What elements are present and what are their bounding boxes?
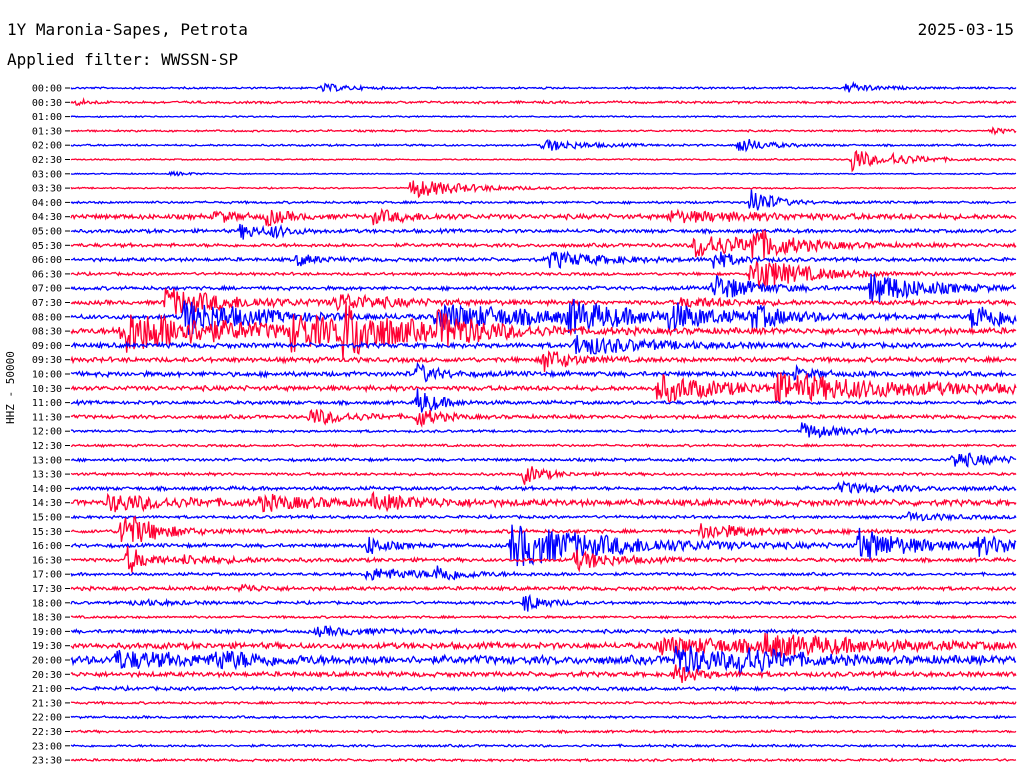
trace-1830: [70, 614, 1017, 620]
trace-1230: [70, 442, 1017, 449]
row-time-label: 10:30: [32, 384, 62, 395]
trace-1700: [70, 565, 1017, 581]
trace-2130: [70, 700, 1017, 706]
trace-2200: [70, 714, 1017, 720]
trace-2100: [70, 684, 1017, 693]
trace-0100: [70, 114, 1017, 119]
row-time-label: 19:30: [32, 641, 62, 652]
row-time-label: 04:00: [32, 198, 62, 209]
trace-2000: [70, 645, 1017, 678]
row-time-label: 19:00: [32, 627, 62, 638]
row-time-label: 18:30: [32, 613, 62, 624]
row-time-label: 21:30: [32, 698, 62, 709]
trace-0930: [70, 350, 1017, 372]
row-time-label: 07:30: [32, 298, 62, 309]
row-time-label: 20:00: [32, 656, 62, 667]
row-time-label: 03:30: [32, 184, 62, 195]
row-time-label: 01:00: [32, 112, 62, 123]
trace-1300: [70, 452, 1017, 468]
row-time-label: 12:30: [32, 441, 62, 452]
trace-0430: [70, 207, 1017, 227]
row-time-label: 01:30: [32, 126, 62, 137]
trace-0600: [70, 250, 1017, 269]
trace-0030: [70, 96, 1017, 107]
trace-1430: [70, 490, 1017, 513]
row-time-label: 08:00: [32, 312, 62, 323]
row-time-label: 21:00: [32, 684, 62, 695]
trace-1130: [70, 408, 1017, 428]
trace-1100: [70, 388, 1017, 413]
row-time-label: 12:00: [32, 427, 62, 438]
trace-2300: [70, 743, 1017, 749]
trace-1000: [70, 361, 1017, 383]
row-time-label: 11:30: [32, 412, 62, 423]
trace-1200: [70, 422, 1016, 439]
row-time-label: 16:00: [32, 541, 62, 552]
row-time-label: 13:00: [32, 455, 62, 466]
trace-0400: [70, 189, 1017, 211]
row-time-label: 05:30: [32, 241, 62, 252]
row-time-label: 22:00: [32, 713, 62, 724]
row-time-label: 23:00: [32, 741, 62, 752]
row-time-label: 22:30: [32, 727, 62, 738]
trace-1400: [70, 480, 1017, 494]
row-time-label: 14:30: [32, 498, 62, 509]
row-time-label: 02:00: [32, 141, 62, 152]
row-time-label: 20:30: [32, 670, 62, 681]
trace-1800: [70, 593, 1017, 612]
trace-2230: [70, 728, 1017, 735]
trace-2330: [70, 757, 1017, 763]
trace-0130: [70, 126, 1017, 136]
trace-0000: [70, 80, 1017, 93]
row-time-label: 00:30: [32, 98, 62, 109]
row-time-label: 06:30: [32, 269, 62, 280]
row-time-label: 17:30: [32, 584, 62, 595]
row-time-label: 08:30: [32, 327, 62, 338]
trace-0500: [70, 223, 1017, 240]
row-time-label: 03:00: [32, 169, 62, 180]
trace-2030: [70, 664, 1017, 683]
row-time-label: 09:00: [32, 341, 62, 352]
row-time-label: 10:00: [32, 370, 62, 381]
row-time-label: 16:30: [32, 555, 62, 566]
helicorder-plot: 00:00 00:30 01:00 01:30 02:00 02:30 03:00 03:30…: [32, 80, 1017, 767]
row-time-label: 14:00: [32, 484, 62, 495]
trace-0330: [70, 180, 1016, 199]
row-time-label: 02:30: [32, 155, 62, 166]
row-time-label: 13:30: [32, 470, 62, 481]
row-time-label: 15:00: [32, 513, 62, 524]
row-time-label: 07:00: [32, 284, 62, 295]
row-time-label: 11:00: [32, 398, 62, 409]
trace-0530: [70, 229, 1017, 259]
row-time-label: 06:00: [32, 255, 62, 266]
trace-0200: [70, 138, 1017, 153]
row-time-label: 18:00: [32, 598, 62, 609]
row-time-label: 23:30: [32, 756, 62, 767]
row-time-label: 00:00: [32, 84, 62, 95]
trace-1930: [70, 632, 1017, 658]
row-time-label: 09:30: [32, 355, 62, 366]
row-time-label: 15:30: [32, 527, 62, 538]
row-time-label: 04:30: [32, 212, 62, 223]
trace-1500: [70, 511, 1017, 522]
row-time-label: 17:00: [32, 570, 62, 581]
trace-1730: [70, 583, 1016, 594]
trace-0300: [70, 170, 1017, 177]
trace-1900: [70, 624, 1017, 638]
trace-1330: [70, 466, 1017, 485]
trace-0230: [70, 149, 1017, 173]
row-time-label: 05:00: [32, 227, 62, 238]
